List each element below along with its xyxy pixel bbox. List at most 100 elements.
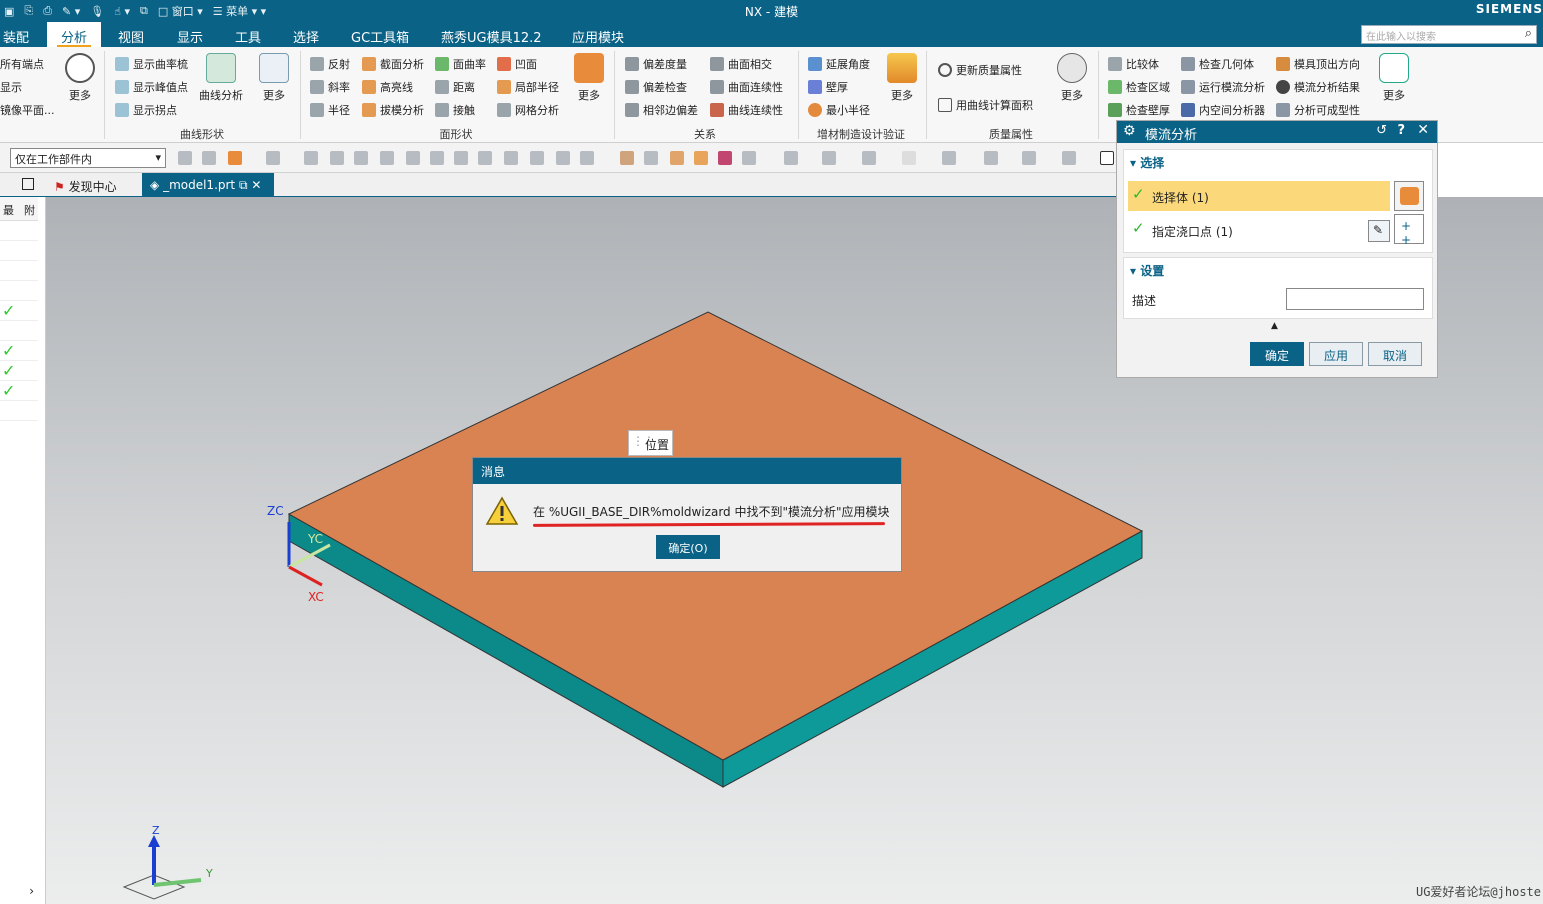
point-icon[interactable] [330, 151, 344, 165]
close-icon[interactable]: ✕ [251, 178, 261, 192]
section-analysis-button[interactable]: 截面分析 [362, 56, 424, 72]
external-icon[interactable]: ⧉ [239, 178, 248, 192]
endpoint-icon[interactable] [354, 151, 368, 165]
ribbon-all-endpoints[interactable]: 所有端点 [0, 56, 44, 72]
curve-point-icon[interactable] [556, 151, 570, 165]
list-item[interactable]: ✓ [0, 381, 38, 401]
surface-continuity-button[interactable]: 曲面连续性 [710, 79, 783, 95]
deviation-gauge-button[interactable]: 偏差度量 [625, 56, 687, 72]
show-curvature-comb-button[interactable]: 显示曲率梳 [115, 56, 188, 72]
point-type-button[interactable]: + + [1394, 214, 1424, 247]
ribbon-display[interactable]: 显示 [0, 79, 22, 95]
body-select-icon[interactable] [228, 151, 242, 165]
intersection-icon[interactable] [430, 151, 444, 165]
concave-button[interactable]: 凹面 [497, 56, 537, 72]
gate-point-row[interactable]: ✓ 指定浇口点 (1) [1128, 214, 1390, 244]
compare-body-button[interactable]: 比较体 [1108, 56, 1159, 72]
point-dialog-button[interactable]: ✎ [1368, 220, 1390, 242]
draft-analysis-button[interactable]: 拔模分析 [362, 102, 424, 118]
additive-more-button[interactable]: 更多 [884, 53, 920, 103]
quadrant-icon[interactable] [478, 151, 492, 165]
frame-icon[interactable] [1100, 151, 1114, 165]
tab-view[interactable]: 视图 [118, 27, 144, 46]
view-cube-icon[interactable] [942, 151, 956, 165]
tab-display[interactable]: 显示 [177, 27, 203, 46]
mold-ejection-direction-button[interactable]: 模具顶出方向 [1276, 56, 1360, 72]
reflection-button[interactable]: 反射 [310, 56, 350, 72]
select-body-row[interactable]: ✓ 选择体 (1) [1128, 181, 1390, 211]
filter-icon[interactable] [178, 151, 192, 165]
face-more-button[interactable]: 更多 [570, 53, 608, 103]
radius-button[interactable]: 半径 [310, 102, 350, 118]
face-curvature-button[interactable]: 面曲率 [435, 56, 486, 72]
navigator-col-latest[interactable]: 最 [3, 202, 14, 218]
mass-more-button[interactable]: 更多 [1054, 53, 1090, 103]
face-point-icon[interactable] [530, 151, 544, 165]
run-mold-flow-button[interactable]: 运行模流分析 [1181, 79, 1265, 95]
local-radius-button[interactable]: 局部半径 [497, 79, 559, 95]
check-geometry-button[interactable]: 检查几何体 [1181, 56, 1254, 72]
transparent-icon[interactable] [742, 151, 756, 165]
curve-continuity-button[interactable]: 曲线连续性 [710, 102, 783, 118]
maximize-icon[interactable] [22, 178, 34, 190]
settings-icon[interactable] [1022, 151, 1036, 165]
show-peak-points-button[interactable]: 显示峰值点 [115, 79, 188, 95]
select-section-header[interactable]: ▾ 选择 [1130, 154, 1164, 171]
tab-assembly[interactable]: 装配 [3, 27, 29, 46]
bounded-grid-icon[interactable] [580, 151, 594, 165]
mold-flow-results-button[interactable]: 模流分析结果 [1276, 79, 1360, 95]
highlight-lines-button[interactable]: 高亮线 [362, 79, 413, 95]
existing-point-icon[interactable] [504, 151, 518, 165]
min-radius-button[interactable]: 最小半径 [808, 102, 870, 118]
show-inflection-button[interactable]: 显示拐点 [115, 102, 177, 118]
list-item[interactable] [0, 401, 38, 421]
help-icon[interactable]: ? [1397, 123, 1405, 138]
surface-intersection-button[interactable]: 曲面相交 [710, 56, 772, 72]
list-item[interactable] [0, 221, 38, 241]
section-icon[interactable] [1062, 151, 1076, 165]
deviation-check-button[interactable]: 偏差检查 [625, 79, 687, 95]
interior-space-analyzer-button[interactable]: 内空间分析器 [1181, 102, 1265, 118]
position-label[interactable]: ⋮⋮ 位置 [628, 430, 673, 456]
distance-button[interactable]: 距离 [435, 79, 475, 95]
moldability-analysis-button[interactable]: 分析可成型性 [1276, 102, 1360, 118]
slope-button[interactable]: 斜率 [310, 79, 350, 95]
ribbon-more-left[interactable]: 更多 [62, 53, 98, 103]
solid-box-icon[interactable] [670, 151, 684, 165]
search-icon[interactable]: ⌕ [1525, 26, 1532, 41]
color-box-icon[interactable] [718, 151, 732, 165]
tab-model1[interactable]: ◈ _model1.prt ⧉ ✕ [142, 173, 274, 197]
select-body-button[interactable] [1394, 181, 1424, 211]
tab-yanxiu-mold[interactable]: 燕秀UG模具12.2 [441, 27, 542, 46]
scroll-right-icon[interactable]: › [0, 884, 38, 898]
layer-icon[interactable] [984, 151, 998, 165]
message-ok-button[interactable]: 确定(O) [656, 535, 720, 559]
settings-section-header[interactable]: ▾ 设置 [1130, 262, 1164, 279]
ok-button[interactable]: 确定 [1250, 342, 1304, 366]
curve-more-button[interactable]: 更多 [256, 53, 292, 103]
arc-center-icon[interactable] [454, 151, 468, 165]
cancel-button[interactable]: 取消 [1368, 342, 1422, 366]
list-item[interactable]: ✓ [0, 301, 38, 321]
control-point-icon[interactable] [406, 151, 420, 165]
list-item[interactable] [0, 261, 38, 281]
mold-more-button[interactable]: 更多 [1376, 53, 1412, 103]
pan-icon[interactable] [862, 151, 876, 165]
snap-icon[interactable] [266, 151, 280, 165]
list-item[interactable] [0, 241, 38, 261]
curve-analysis-button[interactable]: 曲线分析 [198, 53, 244, 103]
axis-icon[interactable] [694, 151, 708, 165]
contact-button[interactable]: 接触 [435, 102, 475, 118]
check-wall-thickness-button[interactable]: 检查壁厚 [1108, 102, 1170, 118]
navigator-col-attach[interactable]: 附 [24, 202, 35, 218]
reset-icon[interactable]: ↺ [1376, 123, 1387, 138]
list-item[interactable] [0, 281, 38, 301]
mesh-analysis-button[interactable]: 网格分析 [497, 102, 559, 118]
cursor-icon[interactable] [304, 151, 318, 165]
check-regions-button[interactable]: 检查区域 [1108, 79, 1170, 95]
ribbon-mirror-plane[interactable]: 镜像平面... [0, 102, 55, 118]
curve-area-button[interactable]: 用曲线计算面积 [938, 97, 1033, 113]
selection-scope-dropdown[interactable]: 仅在工作部件内 ▾ [10, 148, 166, 168]
wall-thickness-button[interactable]: 壁厚 [808, 79, 848, 95]
list-item[interactable] [0, 321, 38, 341]
